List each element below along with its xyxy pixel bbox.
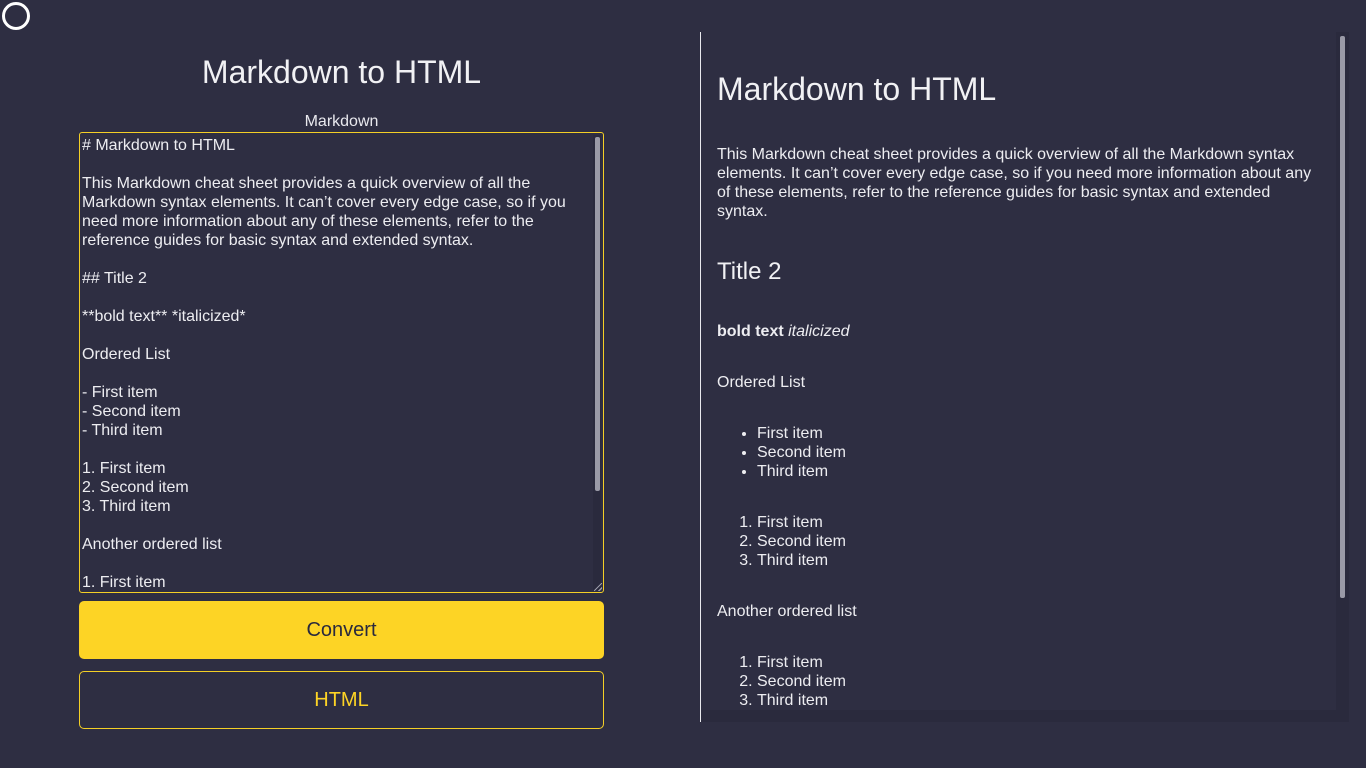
- preview-another-list-label: Another ordered list: [717, 603, 857, 620]
- preview-intro-paragraph: This Markdown cheat sheet provides a qui…: [717, 146, 1312, 220]
- preview-ordered-list-1: First item Second item Third item: [717, 513, 846, 570]
- preview-ordered-list-label: Ordered List: [717, 374, 806, 391]
- convert-button[interactable]: Convert: [79, 601, 604, 659]
- preview-horizontal-scrollbar[interactable]: [701, 710, 1336, 722]
- markdown-scrollbar[interactable]: [593, 135, 601, 590]
- list-item: First item: [757, 424, 846, 443]
- resize-grip-icon[interactable]: [594, 583, 602, 591]
- list-item: Third item: [757, 551, 846, 570]
- markdown-label: Markdown: [304, 113, 379, 130]
- list-item: Third item: [757, 691, 846, 710]
- preview-scroll-thumb[interactable]: [1340, 36, 1345, 598]
- list-item: Second item: [757, 532, 846, 551]
- markdown-input-text[interactable]: # Markdown to HTML This Markdown cheat s…: [82, 136, 582, 592]
- html-preview: Markdown to HTML This Markdown cheat she…: [700, 32, 1349, 722]
- markdown-input[interactable]: # Markdown to HTML This Markdown cheat s…: [79, 132, 604, 593]
- list-item: Third item: [757, 462, 846, 481]
- page-title: Markdown to HTML: [201, 54, 482, 90]
- html-button[interactable]: HTML: [79, 671, 604, 729]
- markdown-scroll-thumb[interactable]: [595, 137, 600, 491]
- preview-bold-text: bold text: [717, 323, 784, 340]
- preview-italic-text: italicized: [788, 323, 850, 340]
- preview-emphasis-paragraph: bold text italicized: [717, 322, 849, 341]
- preview-ordered-list-2: First item Second item Third item: [717, 653, 846, 710]
- preview-heading-2: Title 2: [717, 258, 782, 285]
- editor-panel: Markdown to HTML Markdown # Markdown to …: [0, 0, 683, 768]
- list-item: First item: [757, 513, 846, 532]
- preview-heading-1: Markdown to HTML: [717, 71, 997, 107]
- preview-vertical-scrollbar[interactable]: [1336, 32, 1349, 722]
- list-item: First item: [757, 653, 846, 672]
- list-item: Second item: [757, 443, 846, 462]
- preview-bullet-list: First item Second item Third item: [717, 424, 846, 481]
- list-item: Second item: [757, 672, 846, 691]
